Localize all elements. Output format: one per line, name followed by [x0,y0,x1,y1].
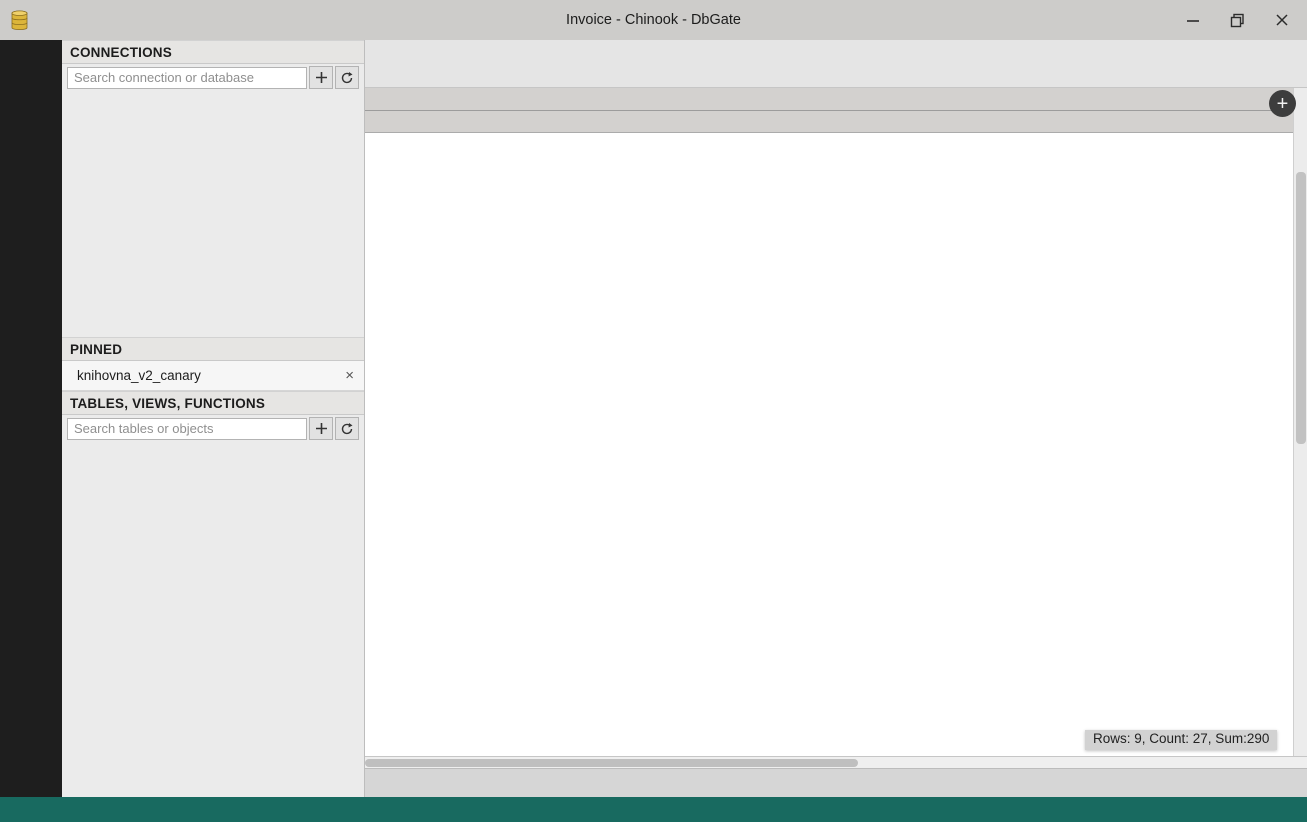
connections-search-row [62,64,364,91]
tables-tree [62,442,364,797]
horizontal-scrollbar[interactable] [365,756,1307,768]
grid-body [365,133,1307,756]
connections-tree [62,91,364,337]
refresh-tables-button[interactable] [335,417,359,440]
tab-row [365,56,1307,88]
left-panel: CONNECTIONS PINNED knihovna_v2_canary × … [62,40,365,797]
restore-button[interactable] [1230,13,1245,28]
refresh-connections-button[interactable] [335,66,359,89]
titlebar: Invoice - Chinook - DbGate [0,0,1307,40]
connection-search-input[interactable] [67,66,307,89]
main-area: + [365,40,1307,797]
pinned-item[interactable]: knihovna_v2_canary × [62,361,364,391]
add-connection-button[interactable] [309,66,333,89]
status-bar [0,797,1307,822]
tables-search-row [62,415,364,442]
horizontal-scrollbar-thumb[interactable] [365,759,858,767]
vertical-scrollbar-thumb[interactable] [1296,172,1306,444]
table-search-input[interactable] [67,417,307,440]
pinned-item-label: knihovna_v2_canary [77,368,201,383]
window-controls [1186,13,1289,28]
aggregate-tooltip: Rows: 9, Count: 27, Sum:290 [1085,730,1278,750]
add-table-button[interactable] [309,417,333,440]
tables-header: TABLES, VIEWS, FUNCTIONS [62,391,364,415]
minimize-button[interactable] [1186,13,1200,28]
unpin-close-icon[interactable]: × [345,367,354,384]
window-title: Invoice - Chinook - DbGate [566,12,741,28]
activity-bar [0,40,62,797]
new-tab-button[interactable]: + [1269,90,1296,117]
grid-toolbar [365,768,1307,797]
tab-group-row [365,40,1307,56]
dbgate-logo-icon [10,10,29,31]
grid-column-headers [365,88,1293,111]
close-button[interactable] [1275,13,1289,28]
vertical-scrollbar[interactable] [1293,88,1307,756]
connections-header: CONNECTIONS [62,40,364,64]
grid-filter-row [365,111,1293,133]
pinned-header: PINNED [62,337,364,361]
